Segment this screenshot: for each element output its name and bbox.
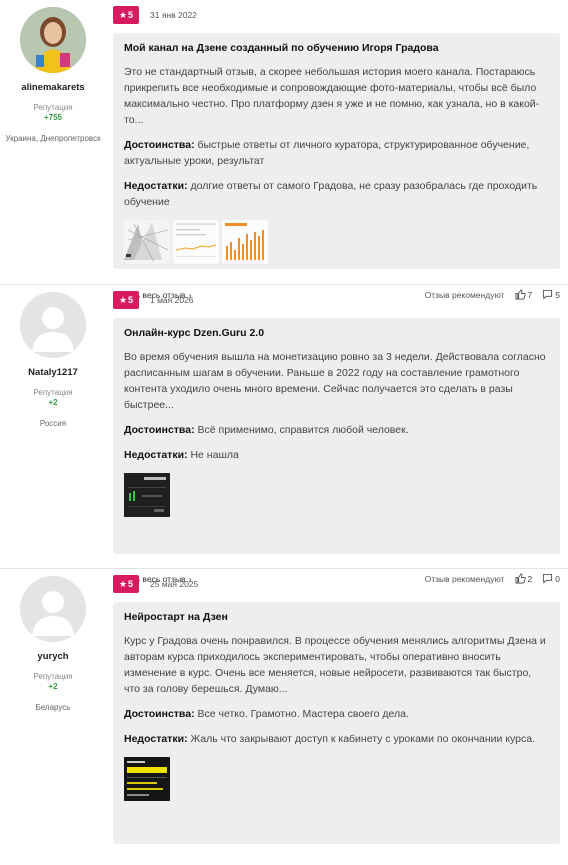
- reputation-label: Репутация: [33, 672, 73, 681]
- review-author: alinemakarets Репутация +755 Украина, Дн…: [0, 0, 106, 144]
- attachment-gallery: [124, 757, 549, 801]
- rating-value: 5: [128, 295, 134, 305]
- review-text: Во время обучения вышла на монетизацию р…: [124, 351, 546, 411]
- star-icon: ★: [118, 294, 128, 305]
- review-cons: Недостатки: долгие ответы от самого Град…: [124, 178, 549, 210]
- reputation-label: Репутация: [33, 388, 73, 397]
- review-title[interactable]: Нейростарт на Дзен: [124, 611, 549, 623]
- reputation-label: Репутация: [33, 103, 73, 112]
- author-location: Украина, Днепропетровск: [5, 134, 101, 143]
- review-body: Мой канал на Дзене созданный по обучению…: [113, 33, 560, 269]
- review-pros: Достоинства: Все четко. Грамотно. Мастер…: [124, 706, 549, 722]
- author-location: Россия: [39, 419, 67, 428]
- pros-label: Достоинства:: [124, 708, 195, 720]
- author-location: Беларусь: [35, 703, 71, 712]
- review-content: ★ 5 31 янв 2022 Мой канал на Дзене создан…: [113, 0, 560, 269]
- cons-label: Недостатки:: [124, 180, 188, 192]
- reputation-value: +2: [48, 682, 58, 691]
- review-meta: ★ 5 1 мая 2026: [113, 290, 560, 310]
- review-body: Онлайн-курс Dzen.Guru 2.0 Во время обуче…: [113, 318, 560, 554]
- review-author: Nataly1217 Репутация +2 Россия: [0, 285, 106, 429]
- review-date: 31 янв 2022: [150, 10, 197, 20]
- author-name[interactable]: yurych: [0, 651, 106, 662]
- rating-badge: ★ 5: [113, 575, 139, 593]
- review-pros: Достоинства: быстрые ответы от личного к…: [124, 137, 549, 169]
- review-body: Нейростарт на Дзен Курс у Градова очень …: [113, 602, 560, 844]
- attachment-thumbnail[interactable]: [124, 757, 170, 801]
- reputation-value: +2: [48, 398, 58, 407]
- review-content: ★ 5 1 мая 2026 Онлайн-курс Dzen.Guru 2.0 …: [113, 285, 560, 554]
- cons-label: Недостатки:: [124, 733, 188, 745]
- review-text: Курс у Градова очень понравился. В проце…: [124, 635, 546, 695]
- cons-text: Жаль что закрывают доступ к кабинету с у…: [190, 733, 536, 745]
- avatar[interactable]: [20, 7, 86, 73]
- attachment-gallery: [124, 473, 549, 517]
- author-name[interactable]: Nataly1217: [0, 367, 106, 378]
- pros-text: Всё применимо, справится любой человек.: [197, 424, 409, 436]
- attachment-thumbnail[interactable]: [124, 473, 170, 517]
- review-pros: Достоинства: Всё применимо, справится лю…: [124, 422, 549, 438]
- rating-badge: ★ 5: [113, 6, 139, 24]
- review-cons: Недостатки: Жаль что закрывают доступ к …: [124, 731, 549, 747]
- attachment-gallery: [124, 220, 549, 264]
- attachment-thumbnail[interactable]: [222, 220, 268, 264]
- review-card: alinemakarets Репутация +755 Украина, Дн…: [0, 0, 568, 300]
- review-date: 1 мая 2026: [150, 295, 194, 305]
- pros-text: Все четко. Грамотно. Мастера своего дела…: [197, 708, 409, 720]
- author-name[interactable]: alinemakarets: [0, 82, 106, 93]
- avatar[interactable]: [20, 292, 86, 358]
- pros-label: Достоинства:: [124, 139, 195, 151]
- review-content: ★ 5 25 мая 2025 Нейростарт на Дзен Курс у…: [113, 569, 560, 844]
- review-meta: ★ 5 25 мая 2025: [113, 574, 560, 594]
- review-card: Nataly1217 Репутация +2 Россия ★ 5 1 мая …: [0, 284, 568, 584]
- reputation-value: +755: [43, 113, 63, 122]
- rating-value: 5: [128, 579, 134, 589]
- review-title[interactable]: Онлайн-курс Dzen.Guru 2.0: [124, 327, 549, 339]
- review-card: yurych Репутация +2 Беларусь ★ 5 25 мая 2…: [0, 568, 568, 865]
- attachment-thumbnail[interactable]: [173, 220, 219, 264]
- cons-label: Недостатки:: [124, 449, 188, 461]
- review-cons: Недостатки: Не нашла: [124, 447, 549, 463]
- pros-label: Достоинства:: [124, 424, 195, 436]
- star-icon: ★: [118, 578, 128, 589]
- review-title[interactable]: Мой канал на Дзене созданный по обучению…: [124, 42, 549, 54]
- rating-badge: ★ 5: [113, 291, 139, 309]
- avatar[interactable]: [20, 576, 86, 642]
- attachment-thumbnail[interactable]: [124, 220, 170, 264]
- review-author: yurych Репутация +2 Беларусь: [0, 569, 106, 713]
- review-meta: ★ 5 31 янв 2022: [113, 5, 560, 25]
- review-date: 25 мая 2025: [150, 579, 199, 589]
- star-icon: ★: [118, 9, 128, 20]
- rating-value: 5: [128, 10, 134, 20]
- review-text: Это не стандартный отзыв, а скорее небол…: [124, 66, 540, 126]
- cons-text: Не нашла: [190, 449, 239, 461]
